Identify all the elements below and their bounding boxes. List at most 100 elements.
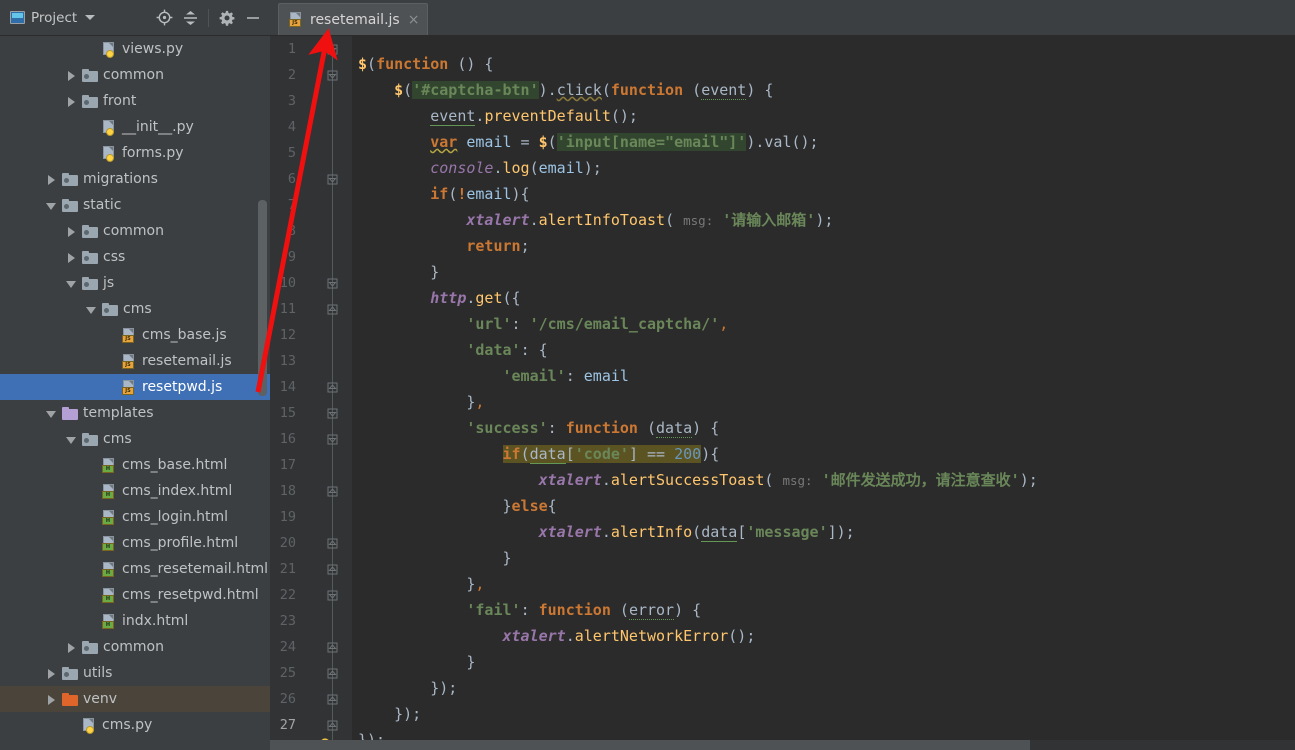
chevron-right-icon[interactable]: [46, 174, 57, 185]
code-folding-column[interactable]: [324, 36, 342, 750]
chevron-right-icon[interactable]: [66, 642, 77, 653]
code-line[interactable]: });: [358, 675, 1038, 701]
chevron-right-icon[interactable]: [46, 668, 57, 679]
tree-item-utils[interactable]: utils: [0, 660, 270, 686]
tree-item-templates[interactable]: templates: [0, 400, 270, 426]
code-line[interactable]: console.log(email);: [358, 155, 1038, 181]
tree-item-cms-resetpwd-html[interactable]: Hcms_resetpwd.html: [0, 582, 270, 608]
code-line[interactable]: },: [358, 389, 1038, 415]
fold-marker[interactable]: [326, 277, 339, 290]
tree-item--init-py[interactable]: __init__.py: [0, 114, 270, 140]
close-icon[interactable]: ×: [408, 13, 420, 27]
code-line[interactable]: }else{: [358, 493, 1038, 519]
code-line[interactable]: xtalert.alertInfo(data['message']);: [358, 519, 1038, 545]
tree-item-js[interactable]: js: [0, 270, 270, 296]
fold-marker[interactable]: [326, 303, 339, 316]
project-tree-panel[interactable]: views.py common front __init__.py forms.py mi…: [0, 36, 270, 750]
code-line[interactable]: http.get({: [358, 285, 1038, 311]
chevron-down-icon[interactable]: [46, 200, 57, 211]
fold-marker[interactable]: [326, 69, 339, 82]
tree-item-css[interactable]: css: [0, 244, 270, 270]
tree-item-cms-resetemail-html[interactable]: Hcms_resetemail.html: [0, 556, 270, 582]
collapse-all-icon[interactable]: [177, 5, 203, 31]
fold-marker[interactable]: [326, 43, 339, 56]
code-line[interactable]: $('#captcha-btn').click(function (event)…: [358, 77, 1038, 103]
code-editor[interactable]: 1 2 3 4 5 6 7 8 9 10 11 12 13 14 15 16 17 18 19 20 21 22 23 24 2…: [270, 36, 1295, 750]
sidebar-scrollbar[interactable]: [258, 200, 267, 396]
fold-marker[interactable]: [326, 693, 339, 706]
code-line[interactable]: xtalert.alertInfoToast( msg: '请输入邮箱');: [358, 207, 1038, 233]
tree-item-views-py[interactable]: views.py: [0, 36, 270, 62]
code-line[interactable]: 'email': email: [358, 363, 1038, 389]
code-line[interactable]: event.preventDefault();: [358, 103, 1038, 129]
code-line[interactable]: return;: [358, 233, 1038, 259]
tree-item-cms-login-html[interactable]: Hcms_login.html: [0, 504, 270, 530]
code-line[interactable]: var email = $('input[name="email"]').val…: [358, 129, 1038, 155]
scrollbar-thumb[interactable]: [270, 740, 1030, 750]
chevron-down-icon[interactable]: [66, 278, 77, 289]
tree-item-cms-base-html[interactable]: Hcms_base.html: [0, 452, 270, 478]
tree-item-resetpwd-js[interactable]: JS resetpwd.js: [0, 374, 270, 400]
project-view-button[interactable]: Project: [4, 7, 101, 29]
code-line[interactable]: $(function () {: [358, 51, 1038, 77]
editor-gutter[interactable]: 1 2 3 4 5 6 7 8 9 10 11 12 13 14 15 16 17 18 19 20 21 22 23 24 2…: [270, 36, 352, 750]
tree-item-venv[interactable]: venv: [0, 686, 270, 712]
tree-item-cms[interactable]: cms: [0, 296, 270, 322]
code-line[interactable]: 'url': '/cms/email_captcha/',: [358, 311, 1038, 337]
code-line[interactable]: 'success': function (data) {: [358, 415, 1038, 441]
code-line[interactable]: }: [358, 259, 1038, 285]
tree-item-indx-html[interactable]: Hindx.html: [0, 608, 270, 634]
chevron-down-icon[interactable]: [46, 408, 57, 419]
locate-icon[interactable]: [151, 5, 177, 31]
code-line[interactable]: xtalert.alertNetworkError();: [358, 623, 1038, 649]
project-tree[interactable]: views.py common front __init__.py forms.py mi…: [0, 36, 270, 750]
settings-gear-icon[interactable]: [214, 5, 240, 31]
fold-marker[interactable]: [326, 381, 339, 394]
chevron-right-icon[interactable]: [66, 96, 77, 107]
tree-item-migrations[interactable]: migrations: [0, 166, 270, 192]
code-line[interactable]: if(data['code'] == 200){: [358, 441, 1038, 467]
tree-item-common[interactable]: common: [0, 634, 270, 660]
hide-panel-icon[interactable]: [240, 5, 266, 31]
fold-marker[interactable]: [326, 173, 339, 186]
tree-item-cms[interactable]: cms: [0, 426, 270, 452]
fold-marker[interactable]: [326, 407, 339, 420]
tab-resetemail-js[interactable]: JS resetemail.js ×: [278, 3, 429, 35]
code-content-area[interactable]: $(function () { $('#captcha-btn').click(…: [352, 36, 1295, 750]
fold-marker[interactable]: [326, 485, 339, 498]
source-code[interactable]: $(function () { $('#captcha-btn').click(…: [358, 51, 1038, 750]
code-line[interactable]: }: [358, 545, 1038, 571]
code-line[interactable]: 'data': {: [358, 337, 1038, 363]
tree-item-common[interactable]: common: [0, 218, 270, 244]
tree-item-common[interactable]: common: [0, 62, 270, 88]
fold-marker[interactable]: [326, 589, 339, 602]
tree-item-cms-index-html[interactable]: Hcms_index.html: [0, 478, 270, 504]
code-line[interactable]: xtalert.alertSuccessToast( msg: '邮件发送成功，…: [358, 467, 1038, 493]
chevron-right-icon[interactable]: [66, 70, 77, 81]
editor-horizontal-scrollbar[interactable]: [270, 740, 1295, 750]
tree-item-static[interactable]: static: [0, 192, 270, 218]
code-line[interactable]: },: [358, 571, 1038, 597]
fold-marker[interactable]: [326, 537, 339, 550]
chevron-right-icon[interactable]: [66, 226, 77, 237]
fold-marker[interactable]: [326, 433, 339, 446]
tree-item-cms-base-js[interactable]: JS cms_base.js: [0, 322, 270, 348]
code-line[interactable]: });: [358, 701, 1038, 727]
fold-marker[interactable]: [326, 667, 339, 680]
code-line[interactable]: 'fail': function (error) {: [358, 597, 1038, 623]
tree-item-front[interactable]: front: [0, 88, 270, 114]
fold-marker[interactable]: [326, 563, 339, 576]
fold-marker[interactable]: [326, 719, 339, 732]
fold-marker[interactable]: [326, 641, 339, 654]
tree-item-forms-py[interactable]: forms.py: [0, 140, 270, 166]
tree-item-resetemail-js[interactable]: JS resetemail.js: [0, 348, 270, 374]
chevron-right-icon[interactable]: [46, 694, 57, 705]
tree-item-cms-py[interactable]: cms.py: [0, 712, 270, 738]
chevron-down-icon[interactable]: [66, 434, 77, 445]
chevron-down-icon[interactable]: [85, 15, 96, 20]
tree-item-cms-profile-html[interactable]: Hcms_profile.html: [0, 530, 270, 556]
code-line[interactable]: if(!email){: [358, 181, 1038, 207]
code-line[interactable]: }: [358, 649, 1038, 675]
chevron-down-icon[interactable]: [86, 304, 97, 315]
chevron-right-icon[interactable]: [66, 252, 77, 263]
